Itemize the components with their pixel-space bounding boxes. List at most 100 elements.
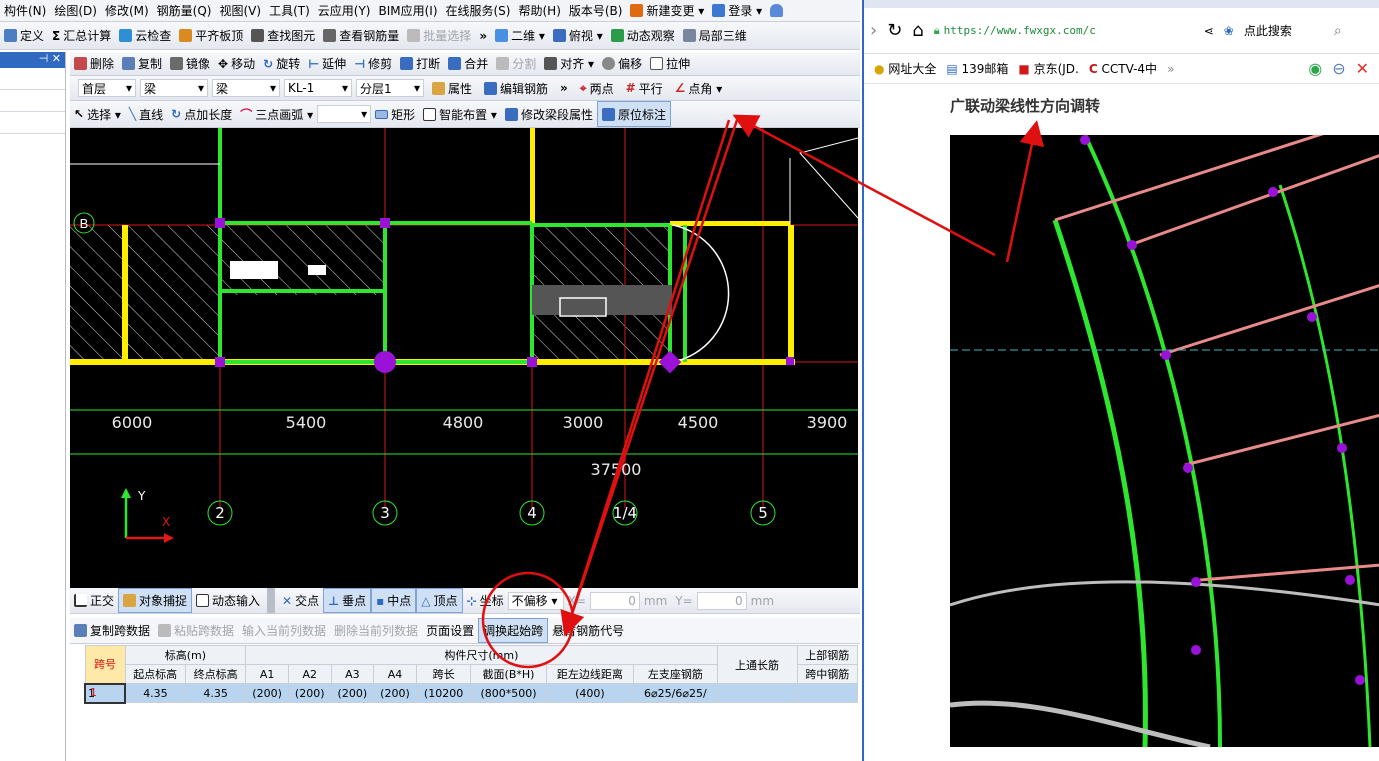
delete-button[interactable]: 删除 <box>70 52 118 75</box>
rotate-button[interactable]: ↻ 旋转 <box>259 52 304 75</box>
green-extension-icon[interactable]: ◉ <box>1308 59 1322 78</box>
arc-option-select[interactable]: ▾ <box>317 105 372 123</box>
in-situ-annotation-button[interactable]: 原位标注 <box>596 101 671 127</box>
search-box[interactable]: 点此搜索 <box>1244 22 1324 39</box>
select-dropdown[interactable]: ↖ 选择 ▾ <box>70 101 125 127</box>
menu-tools[interactable]: 工具(T) <box>265 0 314 21</box>
menu-version[interactable]: 版本号(B) <box>565 0 627 21</box>
component-name-select[interactable]: KL-1 ▾ <box>284 79 352 97</box>
modify-beam-segment-button[interactable]: 修改梁段属性 <box>501 101 597 127</box>
point-length-button[interactable]: ↻ 点加长度 <box>167 101 236 127</box>
back-icon[interactable]: › <box>870 20 877 41</box>
table-cell[interactable]: (200) <box>245 683 289 703</box>
batch-select-button[interactable]: 批量选择 <box>403 22 475 49</box>
bookmark-item[interactable]: ■ 京东(JD. <box>1018 60 1078 77</box>
cloud-check-button[interactable]: 云检查 <box>115 22 175 49</box>
more-bookmarks-icon[interactable]: » <box>1167 62 1174 76</box>
table-cell[interactable]: (200) <box>373 683 417 703</box>
menu-new-change[interactable]: 新建变更 ▾ <box>626 0 708 21</box>
intersection-snap[interactable]: ✕ 交点 <box>278 588 323 613</box>
split-button[interactable]: 分割 <box>492 52 540 75</box>
menu-cloud[interactable]: 云应用(Y) <box>314 0 375 21</box>
pin-icon[interactable]: ⊣ <box>39 52 49 65</box>
coordinate-snap[interactable]: ⊹ 坐标 <box>463 588 508 613</box>
dynamic-input-toggle[interactable]: 动态输入 <box>192 588 264 613</box>
view-rebar-button[interactable]: 查看钢筋量 <box>319 22 403 49</box>
bookmark-item[interactable]: ▤ 139邮箱 <box>946 60 1008 77</box>
floor-plan-drawing[interactable]: B 6000 5400 4800 3000 4500 3900 37500 2 … <box>70 128 858 588</box>
offset-mode-select[interactable]: 不偏移 ▾ <box>507 591 564 610</box>
notification-icon[interactable] <box>766 0 787 21</box>
offset-button[interactable]: 偏移 <box>598 52 646 75</box>
table-cell[interactable]: (800*500) <box>470 683 547 703</box>
extend-button[interactable]: ⊢ 延伸 <box>304 52 350 75</box>
menu-help[interactable]: 帮助(H) <box>514 0 564 21</box>
point-angle-dropdown[interactable]: ∠ 点角 ▾ <box>671 76 727 100</box>
parallel-button[interactable]: # 平行 <box>622 76 667 100</box>
menu-modify[interactable]: 修改(M) <box>101 0 153 21</box>
merge-button[interactable]: 合并 <box>444 52 492 75</box>
find-element-button[interactable]: 查找图元 <box>247 22 319 49</box>
object-snap-toggle[interactable]: 对象捕捉 <box>118 588 193 613</box>
align-slab-top-button[interactable]: 平齐板顶 <box>175 22 247 49</box>
cantilever-rebar-code-button[interactable]: 悬臂钢筋代号 <box>548 618 628 643</box>
floor-select[interactable]: 首层 ▾ <box>78 79 136 97</box>
table-cell[interactable] <box>796 683 859 703</box>
vertex-snap[interactable]: △ 顶点 <box>416 588 463 613</box>
table-cell[interactable]: 4.35 <box>124 683 186 703</box>
midpoint-snap[interactable]: ▪ 中点 <box>371 588 417 613</box>
category-select[interactable]: 梁 ▾ <box>140 79 208 97</box>
table-cell[interactable]: (400) <box>545 683 635 703</box>
stretch-button[interactable]: 拉伸 <box>646 52 694 75</box>
table-cell[interactable]: (200) <box>330 683 375 703</box>
table-row[interactable]: 1 4.35 4.35 (200) (200) (200) (200) (102… <box>84 682 859 704</box>
define-button[interactable]: 定义 <box>0 22 48 49</box>
drawing-canvas[interactable]: B 6000 5400 4800 3000 4500 3900 37500 2 … <box>70 128 858 588</box>
refresh-icon[interactable]: ↻ <box>887 20 902 41</box>
edit-rebar-button[interactable]: 编辑钢筋 <box>480 76 552 100</box>
close-icon[interactable]: ✕ <box>52 52 61 65</box>
menu-login[interactable]: 登录 ▾ <box>708 0 766 21</box>
properties-button[interactable]: 属性 <box>428 76 476 100</box>
bookmark-item[interactable]: C CCTV-4中 <box>1089 60 1157 77</box>
move-button[interactable]: ✥ 移动 <box>214 52 259 75</box>
align-dropdown[interactable]: 对齐 ▾ <box>540 52 598 75</box>
smart-layout-dropdown[interactable]: 智能布置 ▾ <box>419 101 501 127</box>
ortho-toggle[interactable]: 正交 <box>70 588 118 613</box>
search-icon[interactable]: ⌕ <box>1334 23 1342 39</box>
rectangle-button[interactable]: 矩形 <box>371 101 419 127</box>
summary-calc-button[interactable]: Σ 汇总计算 <box>48 22 115 49</box>
mirror-button[interactable]: 镜像 <box>166 52 214 75</box>
menu-draw[interactable]: 绘图(D) <box>50 0 101 21</box>
input-column-data-button[interactable]: 输入当前列数据 <box>238 618 330 643</box>
x-coordinate-input[interactable]: 0 <box>589 591 640 610</box>
menu-bim[interactable]: BIM应用(I) <box>374 0 441 21</box>
tools-icon[interactable]: ✕ <box>1356 59 1369 78</box>
menu-view[interactable]: 视图(V) <box>215 0 265 21</box>
y-coordinate-input[interactable]: 0 <box>696 591 747 610</box>
table-cell[interactable] <box>716 683 798 703</box>
table-cell[interactable]: 4.35 <box>184 683 247 703</box>
line-button[interactable]: ╲ 直线 <box>125 101 167 127</box>
page-setup-button[interactable]: 页面设置 <box>422 618 478 643</box>
dynamic-observe-button[interactable]: 动态观察 <box>607 22 679 49</box>
break-button[interactable]: 打断 <box>396 52 444 75</box>
view-2d-dropdown[interactable]: 二维 ▾ <box>491 22 549 49</box>
menu-rebar[interactable]: 钢筋量(Q) <box>153 0 216 21</box>
paste-span-data-button[interactable]: 粘贴跨数据 <box>154 618 238 643</box>
trim-button[interactable]: ⊣ 修剪 <box>350 52 396 75</box>
top-view-dropdown[interactable]: 俯视 ▾ <box>549 22 607 49</box>
home-icon[interactable]: ⌂ <box>912 20 923 41</box>
minus-icon[interactable]: ⊖ <box>1332 59 1345 78</box>
table-cell[interactable]: (10200 <box>415 683 472 703</box>
more-chevron-icon[interactable]: » <box>556 76 572 100</box>
delete-column-data-button[interactable]: 删除当前列数据 <box>330 618 422 643</box>
layer-select[interactable]: 分层1 ▾ <box>356 79 424 97</box>
copy-span-data-button[interactable]: 复制跨数据 <box>70 618 154 643</box>
copy-button[interactable]: 复制 <box>118 52 166 75</box>
perpendicular-snap[interactable]: ⊥ 垂点 <box>323 588 372 613</box>
menu-online[interactable]: 在线服务(S) <box>442 0 515 21</box>
three-point-arc-dropdown[interactable]: ⌒ 三点画弧 ▾ <box>236 101 317 127</box>
bookmark-item[interactable]: ● 网址大全 <box>874 60 936 77</box>
table-cell[interactable]: (200) <box>287 683 332 703</box>
